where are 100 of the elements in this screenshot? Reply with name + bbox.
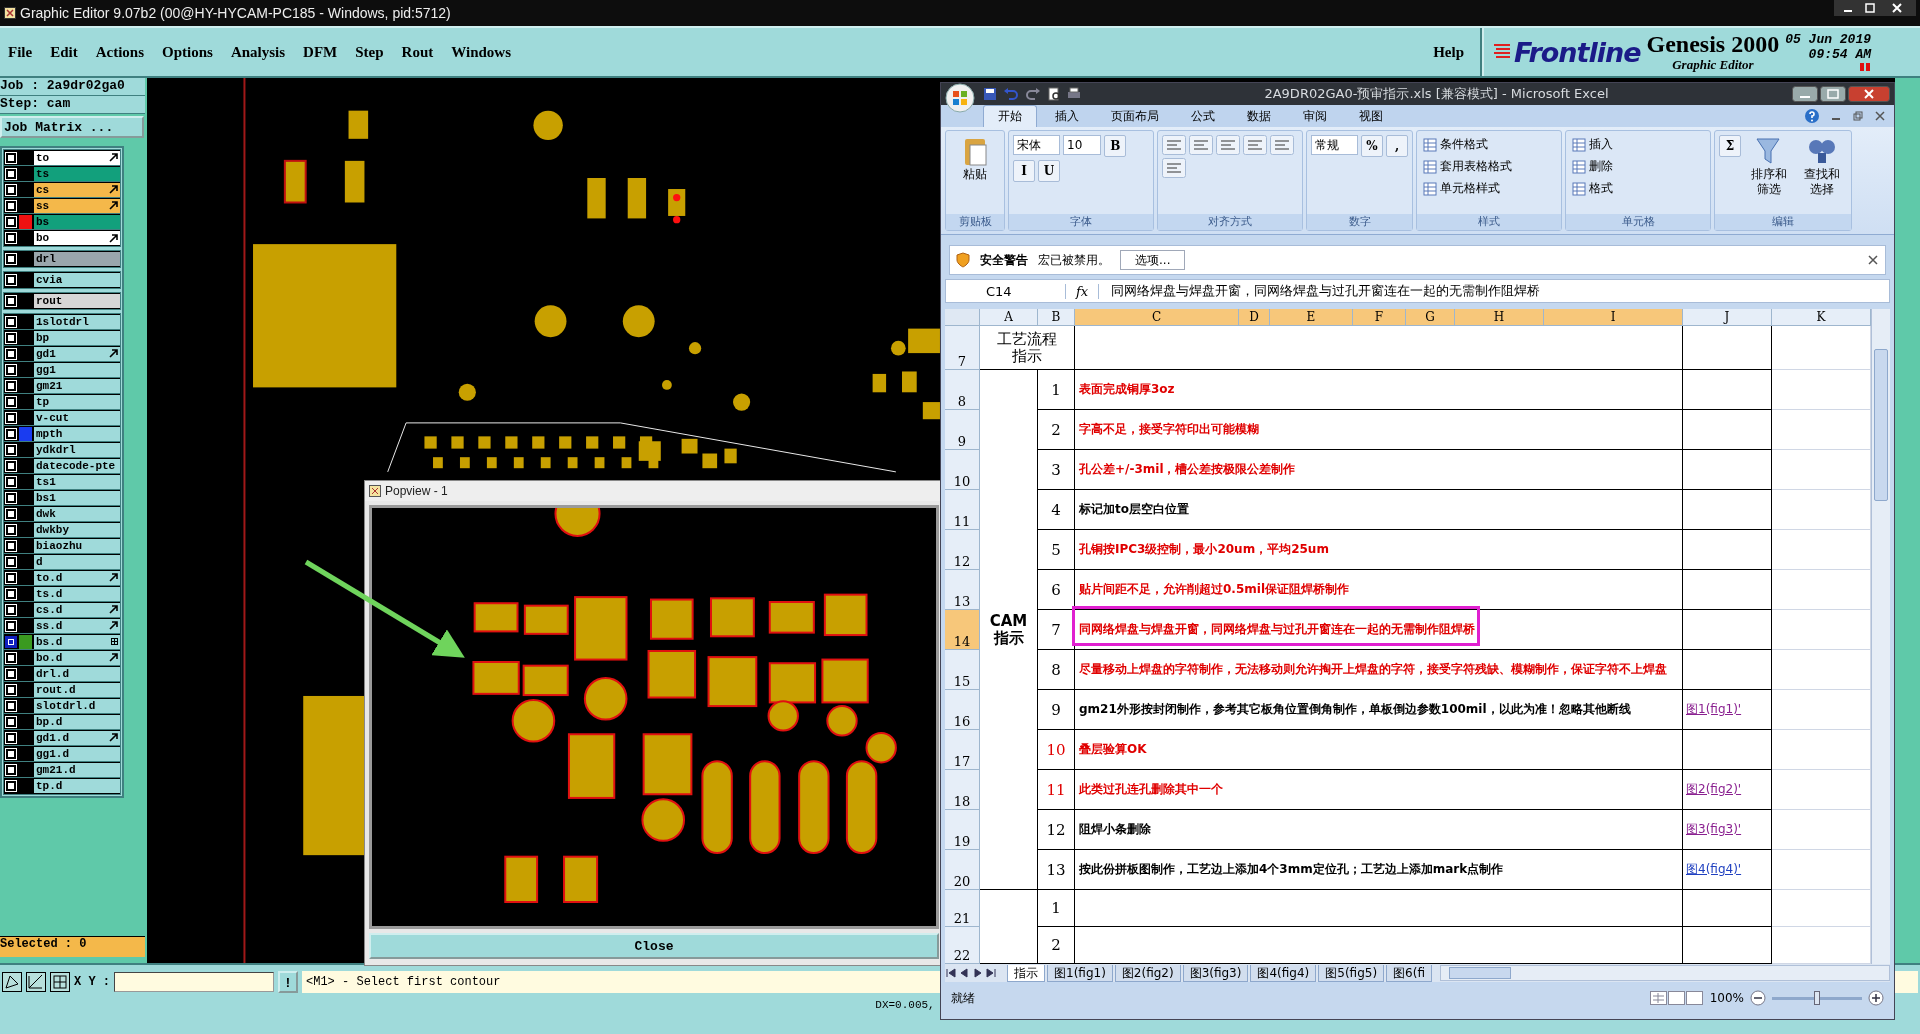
layer-checkbox[interactable] [6,508,16,519]
layer-name[interactable]: 1slotdrl [34,314,120,329]
layer-name[interactable]: datecode-pte [34,458,120,473]
layer-name[interactable]: v-cut [34,410,120,425]
layer-checkbox[interactable] [6,254,16,264]
close-icon[interactable] [1867,254,1879,266]
layer-checkbox[interactable] [6,184,16,195]
ribbon-button[interactable]: U [1038,160,1060,182]
layer-checkbox[interactable] [6,316,16,327]
menu-item[interactable]: Rout [401,43,434,61]
layer-name[interactable]: rout [34,294,120,308]
layer-checkbox[interactable] [6,364,16,375]
ribbon-button[interactable]: 粘贴 [950,135,1000,182]
hyperlink[interactable]: 图4(fig4)' [1686,861,1742,878]
alert-button[interactable]: ! [278,971,298,993]
layer-name[interactable]: tp.d [34,779,120,793]
redo-icon[interactable] [1025,87,1041,101]
layer-checkbox[interactable] [6,168,16,179]
row-header[interactable]: 10 [945,450,980,490]
ribbon-tab[interactable]: 数据 [1233,106,1285,127]
row-header[interactable]: 7 [945,326,980,370]
grid-tool-icon[interactable] [50,972,70,992]
row-header[interactable]: 19 [945,810,980,850]
row-header[interactable]: 18 [945,770,980,810]
layer-name[interactable]: cvia [34,273,120,287]
layer-checkbox[interactable] [6,684,16,695]
layer-checkbox[interactable] [6,428,16,439]
layer-name[interactable]: gd1.d [34,730,120,745]
job-matrix-button[interactable]: Job Matrix ... [0,116,144,138]
ribbon-tab[interactable]: 页面布局 [1097,106,1173,127]
print-icon[interactable] [1067,87,1081,101]
close-icon[interactable] [1848,86,1890,102]
ribbon-tab[interactable]: 公式 [1177,106,1229,127]
ribbon-button[interactable]: 条件格式 [1421,135,1557,154]
close-button[interactable]: Close [369,933,939,959]
help-icon[interactable] [1804,108,1820,124]
layer-name[interactable]: bs.d [34,634,120,649]
column-header[interactable]: I [1544,309,1683,326]
layer-checkbox[interactable] [6,200,16,211]
layer-checkbox[interactable] [6,732,16,743]
layer-name[interactable]: drl [34,252,120,266]
layer-name[interactable]: cs [34,182,120,197]
scroll-thumb[interactable] [1448,967,1511,979]
layer-checkbox[interactable] [6,216,16,227]
layer-checkbox[interactable] [6,476,16,487]
layer-checkbox[interactable] [6,380,16,391]
column-header[interactable]: A [980,309,1038,326]
layer-name[interactable]: bp [34,330,120,345]
layer-name[interactable]: bs [34,214,120,229]
layer-name[interactable]: slotdrl.d [34,698,120,713]
layer-name[interactable]: gg1.d [34,746,120,761]
hyperlink[interactable]: 图2(fig2)' [1686,781,1742,798]
ribbon-button[interactable]: 排序和筛选 [1744,135,1794,197]
ribbon-button[interactable]: Σ [1719,135,1741,157]
ribbon-button[interactable]: 插入 [1570,135,1706,154]
column-header[interactable]: H [1455,309,1544,326]
layer-checkbox[interactable] [6,781,16,791]
column-header[interactable]: B [1038,309,1075,326]
layer-name[interactable]: bp.d [34,714,120,729]
row-header[interactable]: 17 [945,730,980,770]
ribbon-button[interactable]: , [1386,135,1408,157]
layer-name[interactable]: ts1 [34,474,120,489]
layer-name[interactable]: tp [34,394,120,409]
layer-checkbox[interactable] [6,668,16,679]
column-header[interactable]: G [1406,309,1455,326]
sheet-tab[interactable]: 图5(fig5) [1318,964,1385,982]
horizontal-scrollbar[interactable] [1439,965,1890,981]
align-icon[interactable] [1162,135,1186,155]
layer-checkbox[interactable] [6,748,16,759]
ribbon-tab[interactable]: 视图 [1345,106,1397,127]
layer-checkbox[interactable] [6,492,16,503]
row-header[interactable]: 21 [945,890,980,927]
menu-item[interactable]: Analysis [230,43,286,61]
layer-name[interactable]: cs.d [34,602,120,617]
layer-checkbox[interactable] [6,540,16,551]
layer-checkbox[interactable] [6,275,16,285]
layer-checkbox[interactable] [6,396,16,407]
menu-item[interactable]: Actions [95,43,144,61]
options-button[interactable]: 选项... [1120,250,1186,270]
menu-item[interactable]: Windows [451,43,511,61]
ribbon-button[interactable]: B [1104,135,1127,157]
name-box[interactable]: C14 [946,283,1066,299]
column-header[interactable]: D [1239,309,1270,326]
coordinate-input[interactable] [114,972,274,992]
menu-item[interactable]: Edit [50,43,78,61]
layer-name[interactable]: bs1 [34,490,120,505]
sheet-tab[interactable]: 图4(fig4) [1250,964,1317,982]
sheet-tab[interactable]: 图1(fig1) [1047,964,1113,982]
layer-checkbox[interactable] [6,700,16,711]
layer-checkbox[interactable] [6,764,16,775]
minimize-icon[interactable] [1792,86,1818,102]
layer-checkbox[interactable] [6,604,16,615]
layer-name[interactable]: ts.d [34,586,120,601]
ribbon-button[interactable]: 删除 [1570,157,1706,176]
polygon-tool-icon[interactable] [2,972,22,992]
layer-name[interactable]: bo.d [34,650,120,665]
row-header[interactable]: 9 [945,410,980,450]
view-buttons-icon[interactable] [1649,991,1704,1005]
align-icon[interactable] [1189,135,1213,155]
layer-checkbox[interactable] [6,572,16,583]
